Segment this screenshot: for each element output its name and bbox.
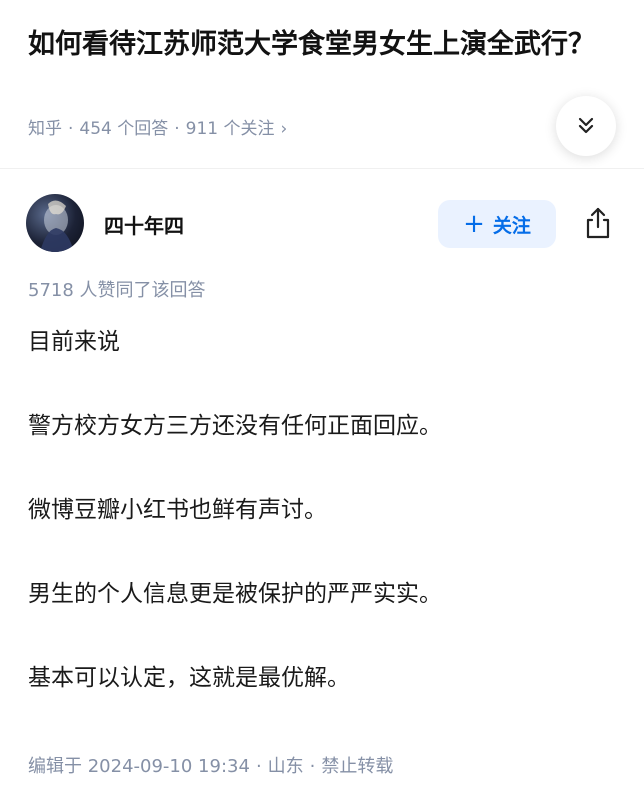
chevron-right-icon: › — [280, 119, 288, 139]
answer-paragraph: 男生的个人信息更是被保护的严严实实。 — [28, 581, 442, 607]
separator-dot: · — [68, 119, 74, 139]
author-name[interactable]: 四十年四 — [104, 210, 184, 239]
answer-page: 如何看待江苏师范大学食堂男女生上演全武行？ 知乎 · 454 个回答 · 911 个关注… — [0, 0, 644, 800]
separator-dot: · — [255, 756, 262, 777]
separator-dot: · — [309, 756, 316, 777]
avatar[interactable] — [26, 194, 84, 252]
author-row: 四十年四 + 关注 — [0, 180, 644, 270]
copyright-notice: 禁止转载 — [321, 756, 394, 777]
source-label: 知乎 — [28, 119, 62, 139]
answer-paragraph: 基本可以认定，这就是最优解。 — [28, 665, 350, 691]
likes-count: 5718 人赞同了该回答 — [28, 280, 206, 301]
plus-icon: + — [463, 209, 485, 239]
edit-time: 编辑于 2024-09-10 19:34 — [28, 756, 250, 777]
follow-label: 关注 — [492, 214, 531, 237]
location: 山东 — [267, 756, 304, 777]
question-header: 如何看待江苏师范大学食堂男女生上演全武行？ 知乎 · 454 个回答 · 911 个关注… — [0, 0, 644, 166]
share-icon — [586, 207, 610, 239]
share-button[interactable] — [578, 202, 618, 244]
follower-count: 911 个关注 — [185, 119, 275, 139]
answer-footer: 编辑于 2024-09-10 19:34 · 山东 · 禁止转载 — [28, 752, 393, 778]
collapse-button[interactable] — [556, 96, 616, 156]
avatar-image — [40, 200, 74, 252]
answer-paragraph: 警方校方女方三方还没有任何正面回应。 — [28, 413, 442, 439]
question-title[interactable]: 如何看待江苏师范大学食堂男女生上演全武行？ — [28, 22, 608, 68]
divider — [0, 168, 644, 169]
answer-paragraph: 目前来说 — [28, 329, 120, 355]
follow-button[interactable]: + 关注 — [438, 200, 556, 248]
answer-paragraph: 微博豆瓣小红书也鲜有声讨。 — [28, 497, 327, 523]
double-chevron-down-icon — [578, 117, 594, 134]
answer-body: 目前来说 警方校方女方三方还没有任何正面回应。 微博豆瓣小红书也鲜有声讨。 男生… — [28, 322, 618, 742]
question-meta[interactable]: 知乎 · 454 个回答 · 911 个关注 › — [28, 114, 287, 139]
separator-dot: · — [174, 119, 180, 139]
answer-count: 454 个回答 — [79, 119, 169, 139]
